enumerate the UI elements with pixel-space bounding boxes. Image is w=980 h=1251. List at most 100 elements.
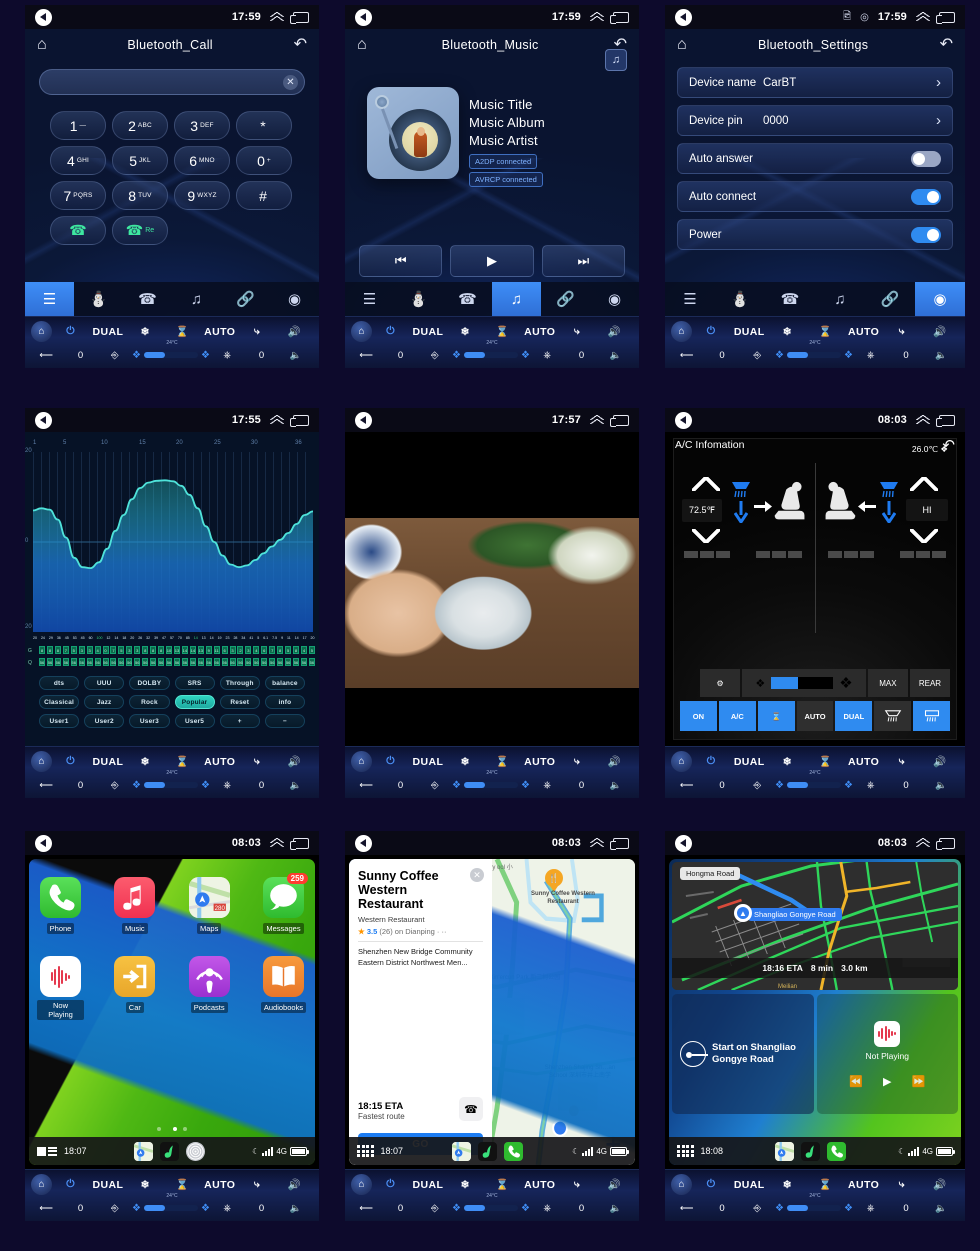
volume-up-icon[interactable]: 🔊 [276, 755, 313, 768]
eq-gain-cell[interactable]: 5 [118, 646, 125, 654]
volume-down-icon[interactable]: 🔈 [599, 1203, 633, 1214]
tab-settings[interactable]: ◉ [915, 282, 965, 316]
home-icon[interactable]: ⌂ [37, 37, 47, 53]
page-dot-active[interactable] [173, 1127, 177, 1131]
eq-button-jazz[interactable]: Jazz [84, 695, 125, 709]
eq-q-cell[interactable]: 56 [39, 658, 45, 666]
key-0[interactable]: 0 + [236, 146, 292, 175]
eq-button-through[interactable]: Through [219, 676, 260, 690]
tab-keypad[interactable]: ☰ [25, 282, 74, 316]
chevron-right-icon[interactable]: › [936, 112, 941, 129]
eq-q-cell[interactable]: 56 [62, 658, 69, 666]
status-back-icon[interactable] [35, 8, 52, 26]
chevron-up-icon[interactable] [916, 838, 930, 848]
recirculate-icon[interactable]: ⌛ [484, 325, 521, 338]
recirculate-icon[interactable]: ⌛ [484, 1178, 521, 1191]
home-icon[interactable]: ⌂ [677, 37, 687, 53]
seat-heat-icon[interactable]: ⤷ [883, 325, 921, 338]
eq-button-info[interactable]: info [264, 695, 305, 709]
volume-up-icon[interactable]: 🔊 [921, 1178, 959, 1191]
rear-defrost-icon[interactable] [913, 701, 951, 731]
recirculate-icon[interactable]: ⌛ [806, 325, 844, 338]
eq-gain-cell[interactable]: 2 [237, 646, 244, 654]
left-temp-down-icon[interactable] [692, 529, 720, 543]
dual-label[interactable]: DUAL [409, 756, 446, 768]
dual-label[interactable]: DUAL [730, 326, 768, 338]
seat-heat-icon[interactable]: ⤷ [238, 325, 275, 338]
eq-q-cell[interactable]: 56 [237, 658, 244, 666]
auto-label[interactable]: AUTO [201, 1179, 238, 1191]
seat-heat-icon[interactable]: ⤷ [238, 755, 275, 768]
snowflake-icon[interactable]: ❄ [768, 756, 806, 768]
eq-q-cell[interactable]: 56 [269, 658, 276, 666]
dial-input[interactable]: ✕ [39, 69, 305, 95]
snowflake-icon[interactable]: ❄ [127, 756, 164, 768]
music-source-button[interactable]: ♫ [605, 49, 627, 71]
seat-icon[interactable]: ⎆ [98, 1203, 132, 1214]
auto-label[interactable]: AUTO [845, 326, 883, 338]
recent-apps-icon[interactable] [936, 11, 955, 24]
chevron-up-icon[interactable] [916, 12, 930, 22]
dual-label[interactable]: DUAL [409, 326, 446, 338]
slider-track[interactable] [144, 1205, 198, 1211]
tab-keypad[interactable]: ☰ [665, 282, 715, 316]
seat-heat-icon[interactable]: ⤷ [558, 325, 595, 338]
eq-q-cell[interactable]: 56 [189, 658, 196, 666]
eq-gain-cell[interactable]: 14 [181, 646, 188, 654]
home-icon[interactable]: ⌂ [31, 1174, 52, 1195]
chevron-up-icon[interactable] [590, 838, 604, 848]
home-icon[interactable]: ⌂ [671, 1174, 692, 1195]
snowflake-icon[interactable]: ❄ [447, 756, 484, 768]
volume-up-icon[interactable]: 🔊 [596, 325, 633, 338]
music-app-icon[interactable] [159, 1141, 179, 1161]
left-temp-value[interactable]: 72.5℉ [682, 499, 723, 522]
volume-up-icon[interactable]: 🔊 [921, 755, 959, 768]
recent-apps-icon[interactable] [936, 414, 955, 427]
fan-slider[interactable]: ❖ ❖ [132, 780, 210, 791]
seat-heater-icon[interactable]: ⎈ [853, 350, 888, 361]
clear-x-icon[interactable]: ✕ [283, 74, 298, 90]
chevron-up-icon[interactable] [590, 12, 604, 22]
tab-calls[interactable]: ☎ [443, 282, 492, 316]
recirculate-icon[interactable]: ⌛ [757, 701, 795, 731]
recirculate-icon[interactable]: ⌛ [164, 1178, 201, 1191]
eq-gain-cell[interactable]: 6 [261, 646, 268, 654]
volume-up-icon[interactable]: 🔊 [921, 325, 959, 338]
eq-gain-cell[interactable]: 4 [253, 646, 260, 654]
previous-track-button[interactable]: ⏮ [359, 245, 443, 277]
recent-apps-icon[interactable] [610, 11, 629, 24]
auto-label[interactable]: AUTO [201, 756, 238, 768]
eq-button-reset[interactable]: Reset [219, 695, 260, 709]
app-maps[interactable]: 280 Maps [186, 877, 233, 936]
dual-label[interactable]: DUAL [730, 756, 768, 768]
eq-gain-cell[interactable]: 3 [134, 646, 141, 654]
power-icon[interactable]: ⏻ [692, 755, 730, 768]
auto-label[interactable]: AUTO [201, 326, 238, 338]
video-surface[interactable] [345, 432, 639, 746]
dual-label[interactable]: DUAL [89, 326, 126, 338]
eq-q-cell[interactable]: 56 [166, 658, 172, 666]
eq-q-cell[interactable]: 56 [78, 658, 85, 666]
dual-label[interactable]: DUAL [409, 1179, 446, 1191]
key-star[interactable]: * [236, 111, 292, 140]
eq-gain-cell[interactable]: 3 [78, 646, 85, 654]
seat-heater-icon[interactable]: ⎈ [853, 1203, 888, 1214]
tab-keypad[interactable]: ☰ [345, 282, 394, 316]
eq-button-classical[interactable]: Classical [39, 695, 80, 709]
power-icon[interactable]: ⏻ [692, 1178, 730, 1191]
fan-slider[interactable]: ❖ ❖ [775, 780, 853, 791]
seat-icon[interactable]: ⎆ [98, 350, 132, 361]
recirculate-icon[interactable]: ⌛ [806, 1178, 844, 1191]
slider-track[interactable] [144, 782, 198, 788]
play-button[interactable]: ▶ [450, 245, 534, 277]
key-3[interactable]: 3 DEF [174, 111, 230, 140]
eq-q-cell[interactable]: 56 [308, 658, 315, 666]
chevron-up-icon[interactable] [916, 415, 930, 425]
seat-icon[interactable]: ⎆ [418, 1203, 452, 1214]
call-button[interactable]: ☎ [459, 1097, 483, 1121]
eq-q-cell[interactable]: 56 [300, 658, 307, 666]
seat-icon[interactable]: ⎆ [740, 1203, 775, 1214]
rewind-icon[interactable]: ⏪ [849, 1075, 863, 1088]
poi-map-pin[interactable]: 🍴 [545, 869, 563, 892]
recent-apps-icon[interactable] [610, 414, 629, 427]
